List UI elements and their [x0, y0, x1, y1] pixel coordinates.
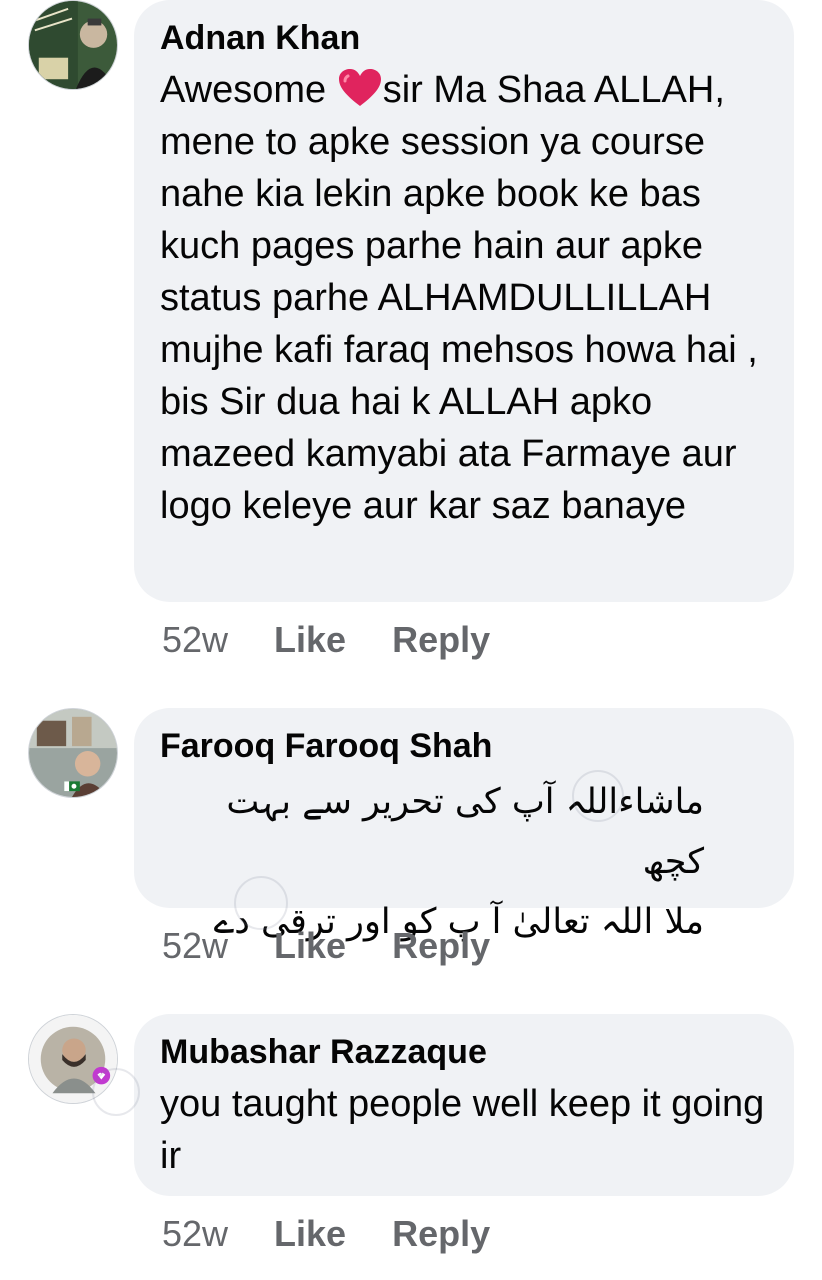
like-button[interactable]: Like — [274, 926, 346, 966]
comment-actions: 52w Like Reply — [162, 620, 490, 660]
comment-bubble: Adnan Khan Awesome sir Ma Shaa ALLAH, me… — [134, 0, 794, 602]
like-button[interactable]: Like — [274, 620, 346, 660]
comment-timestamp[interactable]: 52w — [162, 926, 228, 966]
avatar[interactable] — [28, 0, 118, 90]
comment-text: you taught people well keep it going ir — [160, 1083, 765, 1177]
comment-author[interactable]: Farooq Farooq Shah — [160, 726, 768, 766]
comment-text-part: sir Ma Shaa ALLAH, mene to apke session … — [160, 69, 758, 527]
heart-icon — [338, 69, 381, 106]
avatar[interactable] — [28, 1014, 118, 1104]
comment-actions: 52w Like Reply — [162, 926, 490, 966]
profile-photo-icon — [29, 1015, 117, 1103]
comment-author[interactable]: Mubashar Razzaque — [160, 1032, 768, 1072]
comment-author[interactable]: Adnan Khan — [160, 18, 768, 58]
comment-text-part: Awesome — [160, 69, 337, 111]
profile-photo-icon — [29, 709, 117, 797]
comment-bubble: Farooq Farooq Shah ماشاءاللہ آپ کی تحریر… — [134, 708, 794, 942]
comment-bubble: Mubashar Razzaque you taught people well… — [134, 1014, 794, 1196]
like-button[interactable]: Like — [274, 1214, 346, 1254]
reply-button[interactable]: Reply — [392, 620, 490, 660]
reply-button[interactable]: Reply — [392, 926, 490, 966]
reply-button[interactable]: Reply — [392, 1214, 490, 1254]
comment-text-line: ماشاءاللہ آپ کی تحریر سے بہت کچھ — [226, 782, 704, 882]
comment-actions: 52w Like Reply — [162, 1214, 490, 1254]
profile-photo-icon — [29, 1, 117, 89]
comment-thread: Adnan Khan Awesome sir Ma Shaa ALLAH, me… — [0, 0, 822, 1280]
comment-text: Awesome sir Ma Shaa ALLAH, mene to apke … — [160, 64, 768, 532]
avatar[interactable] — [28, 708, 118, 798]
comment-timestamp[interactable]: 52w — [162, 1214, 228, 1254]
comment-timestamp[interactable]: 52w — [162, 620, 228, 660]
